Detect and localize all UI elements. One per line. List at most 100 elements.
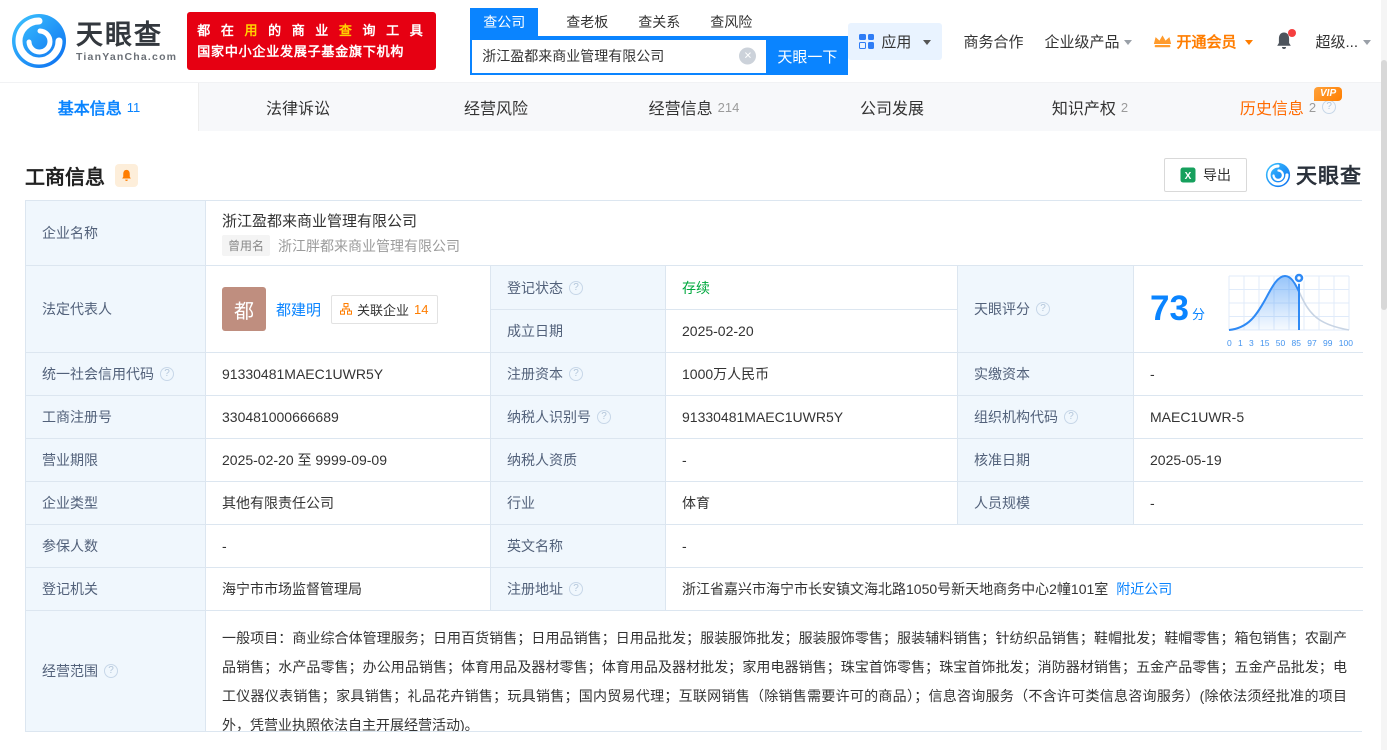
org-chart-icon <box>340 303 353 315</box>
watermark-logo: 天眼查 <box>1265 160 1362 190</box>
top-nav: 应用 商务合作 企业级产品 开通会员 超级... <box>848 22 1371 60</box>
label-insured-count: 参保人数 <box>26 525 206 568</box>
search-button[interactable]: 天眼一下 <box>766 37 849 75</box>
export-button[interactable]: X 导出 <box>1164 158 1247 192</box>
tab-business-info[interactable]: 经营信息 214 <box>595 83 793 131</box>
reg-address-text: 浙江省嘉兴市海宁市长安镇文海北路1050号新天地商务中心2幢101室 <box>682 581 1109 597</box>
help-icon[interactable] <box>160 367 174 381</box>
value-industry: 体育 <box>666 482 958 525</box>
chevron-down-icon <box>923 39 932 45</box>
label-reg-address: 注册地址 <box>491 568 666 611</box>
company-name: 浙江盈都来商业管理有限公司 <box>222 213 418 230</box>
value-insured-count: - <box>206 525 491 568</box>
search-tab-relation[interactable]: 查关系 <box>636 8 682 36</box>
help-icon[interactable] <box>597 410 611 424</box>
value-company-type: 其他有限责任公司 <box>206 482 491 525</box>
tab-intellectual-property[interactable]: 知识产权 2 <box>991 83 1189 131</box>
value-establish-date: 2025-02-20 <box>666 310 958 353</box>
notification-bell[interactable] <box>1274 29 1297 51</box>
related-companies-badge[interactable]: 关联企业 14 <box>331 294 438 324</box>
value-staff-size: - <box>1134 482 1363 525</box>
nearby-companies-link[interactable]: 附近公司 <box>1116 579 1172 599</box>
crown-icon <box>1154 35 1172 48</box>
label-reg-number: 工商注册号 <box>26 396 206 439</box>
business-info-table: 企业名称 浙江盈都来商业管理有限公司 曾用名 浙江胖都来商业管理有限公司 法定代… <box>25 200 1363 732</box>
nav-business-cooperation[interactable]: 商务合作 <box>963 31 1023 52</box>
label-tianyan-score: 天眼评分 <box>958 266 1134 353</box>
value-taxpayer-id: 91330481MAEC1UWR5Y <box>666 396 958 439</box>
chevron-down-icon <box>1124 39 1133 45</box>
label-org-code: 组织机构代码 <box>958 396 1134 439</box>
tab-basic-info[interactable]: 基本信息 11 <box>0 83 199 131</box>
slogan-line1: 都 在 用 的 商 业 查 询 工 具 <box>197 23 427 38</box>
nav-open-vip[interactable]: 开通会员 <box>1153 31 1254 52</box>
tab-history-info[interactable]: VIP 历史信息 2 <box>1189 83 1387 131</box>
excel-icon: X <box>1180 167 1196 183</box>
legal-rep-avatar[interactable]: 都 <box>222 287 266 331</box>
brand-name: 天眼查 <box>76 19 163 50</box>
top-header: 天眼查 TianYanCha.com 都 在 用 的 商 业 查 询 工 具 国… <box>0 0 1387 82</box>
help-icon[interactable] <box>1036 302 1050 316</box>
svg-text:X: X <box>1185 171 1192 182</box>
vip-badge: VIP <box>1314 87 1343 101</box>
value-reg-capital: 1000万人民币 <box>666 353 958 396</box>
value-reg-number: 330481000666689 <box>206 396 491 439</box>
user-menu[interactable]: 超级... <box>1315 31 1371 52</box>
value-credit-code: 91330481MAEC1UWR5Y <box>206 353 491 396</box>
chevron-down-icon <box>1363 39 1371 45</box>
tianyancha-logo-icon <box>12 14 66 68</box>
help-icon[interactable] <box>569 367 583 381</box>
apps-menu[interactable]: 应用 <box>848 22 943 60</box>
value-taxpayer-quality: - <box>666 439 958 482</box>
label-taxpayer-quality: 纳税人资质 <box>491 439 666 482</box>
label-reg-authority: 登记机关 <box>26 568 206 611</box>
label-staff-size: 人员规模 <box>958 482 1134 525</box>
value-tianyan-score: 73 分 0 1 3 15 50 85 97 99 100 <box>1134 266 1363 353</box>
label-business-scope: 经营范围 <box>26 611 206 731</box>
value-business-scope: 一般项目：商业综合体管理服务；日用百货销售；日用品销售；日用品批发；服装服饰批发… <box>206 611 1363 731</box>
label-company-name: 企业名称 <box>26 201 206 266</box>
help-icon[interactable] <box>569 280 583 295</box>
label-industry: 行业 <box>491 482 666 525</box>
brand-slogan: 都 在 用 的 商 业 查 询 工 具 国家中小企业发展子基金旗下机构 <box>187 12 437 70</box>
help-icon[interactable] <box>1064 410 1078 424</box>
help-icon[interactable] <box>104 664 118 678</box>
tab-company-development[interactable]: 公司发展 <box>793 83 991 131</box>
tab-legal-proceedings[interactable]: 法律诉讼 <box>199 83 397 131</box>
scrollbar[interactable] <box>1381 0 1387 750</box>
search-tab-risk[interactable]: 查风险 <box>708 8 754 36</box>
search-tabs: 查公司 查老板 查关系 查风险 <box>470 7 849 38</box>
apps-grid-icon <box>859 33 875 49</box>
label-credit-code: 统一社会信用代码 <box>26 353 206 396</box>
former-name: 浙江胖都来商业管理有限公司 <box>278 237 461 254</box>
value-reg-authority: 海宁市市场监督管理局 <box>206 568 491 611</box>
value-legal-rep: 都 都建明 关联企业 14 <box>206 266 491 353</box>
score-axis-ticks: 0 1 3 15 50 85 97 99 100 <box>1227 338 1353 348</box>
search-tab-boss[interactable]: 查老板 <box>564 8 610 36</box>
search-input[interactable] <box>470 37 767 75</box>
tab-operational-risk[interactable]: 经营风险 <box>397 83 595 131</box>
label-reg-capital: 注册资本 <box>491 353 666 396</box>
tianyancha-logo[interactable]: 天眼查 TianYanCha.com <box>10 12 177 70</box>
scrollbar-thumb[interactable] <box>1381 60 1387 310</box>
brand-domain: TianYanCha.com <box>76 50 178 63</box>
score-number: 73 分 <box>1150 289 1205 328</box>
search-tab-company[interactable]: 查公司 <box>470 7 539 36</box>
page-tabs: 基本信息 11 法律诉讼 经营风险 经营信息 214 公司发展 知识产权 2 V… <box>0 82 1387 131</box>
monitor-bell-icon[interactable] <box>115 163 138 187</box>
help-icon[interactable] <box>1322 100 1337 114</box>
nav-enterprise-products[interactable]: 企业级产品 <box>1044 31 1133 52</box>
label-taxpayer-id: 纳税人识别号 <box>491 396 666 439</box>
label-company-type: 企业类型 <box>26 482 206 525</box>
former-name-badge: 曾用名 <box>222 235 271 256</box>
label-legal-rep: 法定代表人 <box>26 266 206 353</box>
value-paid-capital: - <box>1134 353 1363 396</box>
label-english-name: 英文名称 <box>491 525 666 568</box>
value-company-name: 浙江盈都来商业管理有限公司 曾用名 浙江胖都来商业管理有限公司 <box>206 201 1363 266</box>
clear-icon[interactable]: × <box>739 47 757 65</box>
value-org-code: MAEC1UWR-5 <box>1134 396 1363 439</box>
legal-rep-name-link[interactable]: 都建明 <box>276 299 321 320</box>
help-icon[interactable] <box>569 582 583 596</box>
user-label: 超级... <box>1315 33 1358 51</box>
tianyancha-logo-icon <box>1265 162 1291 188</box>
